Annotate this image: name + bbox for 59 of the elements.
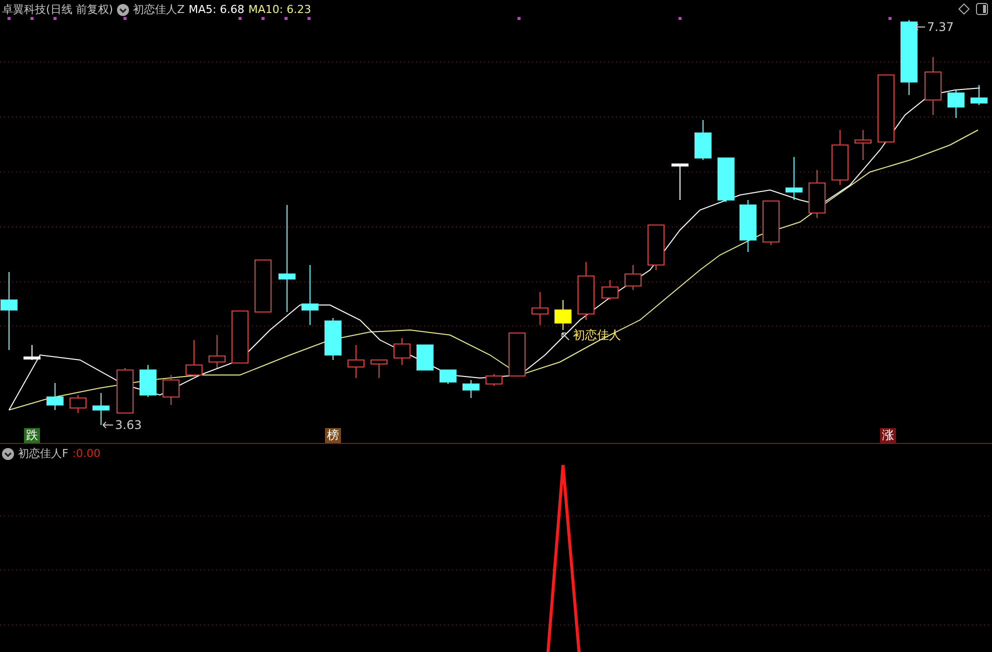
candlestick bbox=[808, 170, 826, 218]
candlestick bbox=[878, 74, 894, 142]
candlestick bbox=[648, 224, 664, 270]
dropdown-toggle-icon[interactable] bbox=[2, 448, 14, 460]
candlestick bbox=[116, 368, 134, 414]
candlestick bbox=[254, 260, 272, 312]
price-label: 3.63 bbox=[115, 418, 142, 432]
candlestick bbox=[162, 374, 180, 406]
price-label: 7.37 bbox=[927, 20, 954, 34]
candlestick bbox=[718, 158, 734, 202]
candlestick bbox=[70, 394, 86, 414]
candlestick bbox=[394, 338, 410, 366]
candlestick bbox=[740, 200, 756, 252]
indicator-value: :0.00 bbox=[72, 447, 101, 460]
signal-badge: 跌 bbox=[24, 428, 40, 443]
candlestick bbox=[462, 380, 480, 398]
candlestick bbox=[602, 280, 618, 300]
candlestick bbox=[208, 334, 226, 368]
candlestick bbox=[762, 200, 780, 246]
candlestick bbox=[486, 374, 502, 386]
candlestick bbox=[694, 120, 712, 160]
candlestick bbox=[948, 90, 964, 118]
indicator-name: 初恋佳人Z bbox=[133, 2, 185, 17]
ma5-reading: MA5: 6.68 bbox=[188, 3, 244, 16]
candlestick bbox=[440, 370, 456, 384]
signal-badge: 涨 bbox=[880, 428, 896, 443]
candlestick bbox=[672, 164, 688, 200]
candlestick bbox=[302, 264, 318, 326]
candlestick bbox=[416, 344, 434, 370]
candlestick bbox=[924, 56, 942, 116]
candlestick bbox=[854, 130, 872, 160]
candlestick bbox=[140, 364, 156, 398]
signal-badge: 榜 bbox=[325, 428, 341, 443]
candlestick bbox=[624, 264, 642, 290]
candlestick bbox=[24, 344, 40, 360]
indicator-name: 初恋佳人F bbox=[18, 446, 68, 461]
candlestick bbox=[92, 392, 110, 426]
dropdown-toggle-icon[interactable] bbox=[117, 4, 130, 16]
candlestick bbox=[554, 300, 572, 330]
panel-toggle-icon[interactable] bbox=[976, 3, 988, 15]
candlestick bbox=[578, 262, 594, 320]
candlestick bbox=[232, 310, 248, 364]
candlestick bbox=[348, 344, 364, 378]
candlestick bbox=[832, 130, 848, 186]
stock-title: 卓翼科技(日线 前复权) bbox=[2, 2, 114, 17]
candlestick bbox=[46, 382, 64, 410]
arrow-icon bbox=[914, 22, 926, 32]
arrow-icon bbox=[102, 420, 114, 430]
candlestick bbox=[324, 318, 342, 360]
candlestick bbox=[532, 292, 548, 326]
candlestick bbox=[370, 360, 388, 378]
arrow-icon bbox=[560, 330, 572, 340]
candlestick bbox=[186, 340, 202, 378]
ma10-reading: MA10: 6.23 bbox=[248, 3, 312, 16]
candlestick bbox=[786, 156, 802, 200]
candlestick bbox=[970, 84, 988, 106]
signal-label: 初恋佳人 bbox=[573, 327, 621, 344]
diamond-icon[interactable] bbox=[958, 3, 970, 15]
candlestick bbox=[508, 332, 526, 376]
